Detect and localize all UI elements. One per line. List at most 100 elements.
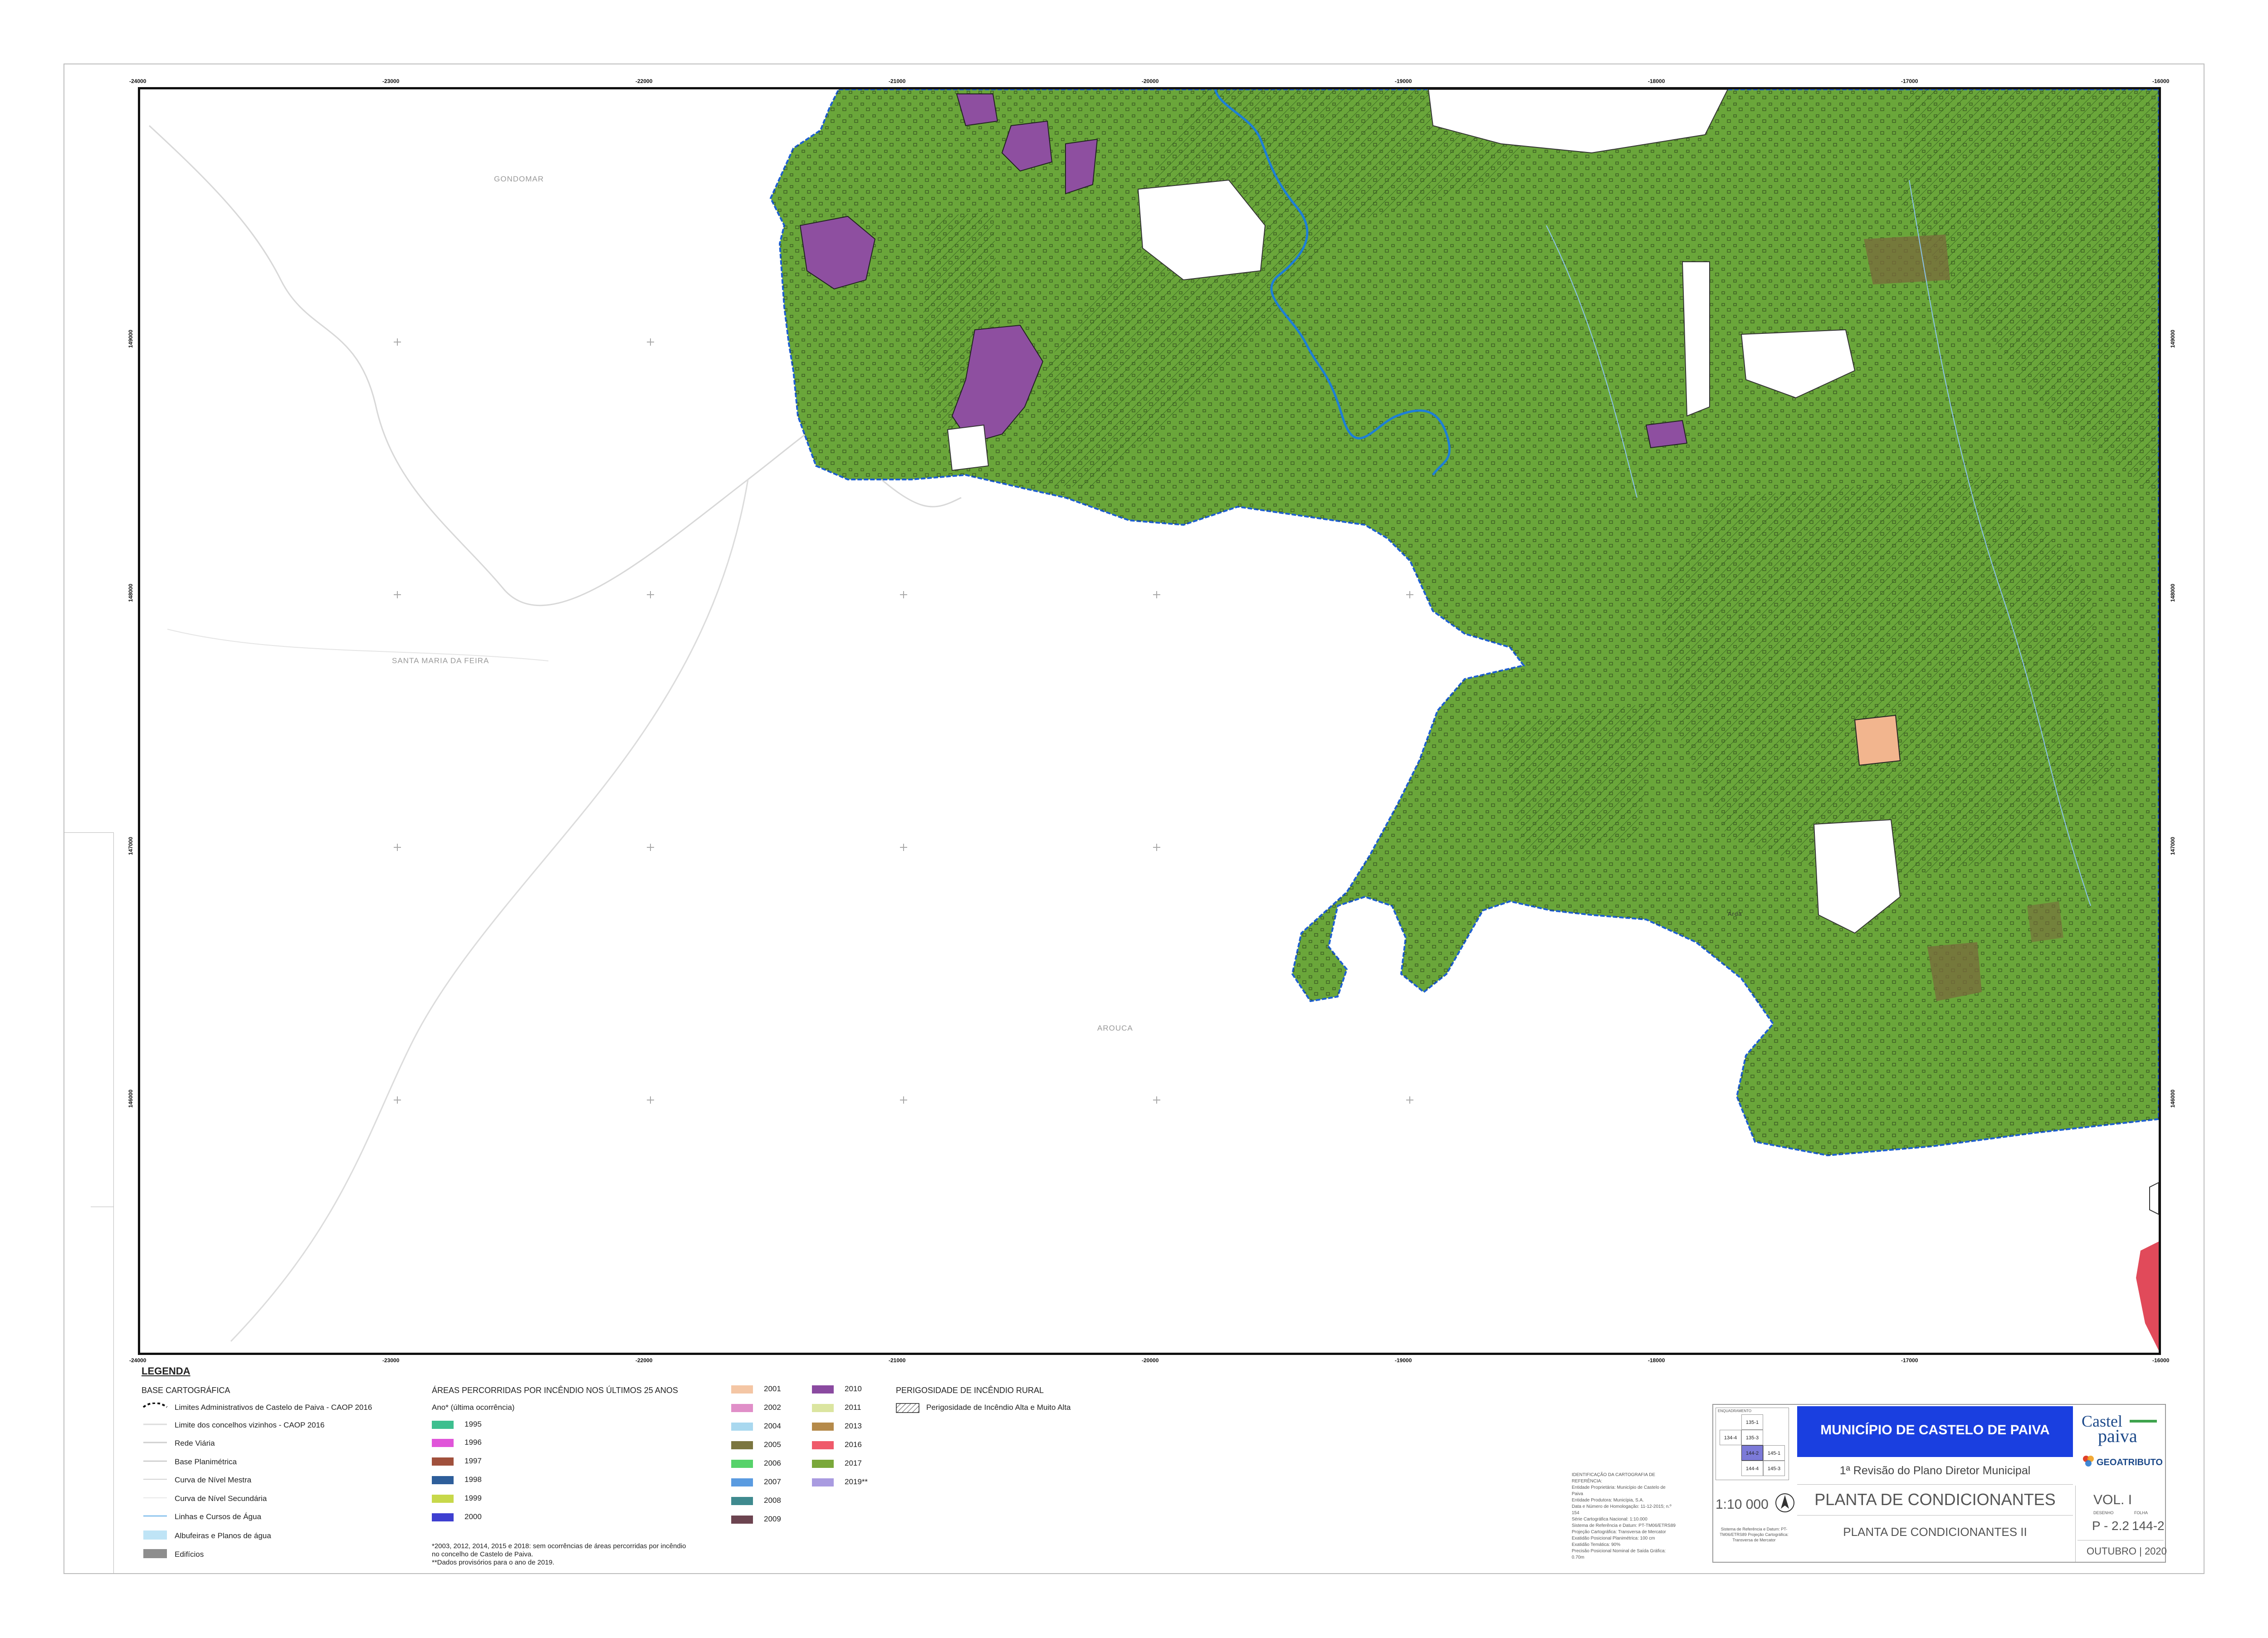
burned-area-2005[interactable]	[2027, 901, 2063, 942]
legend-swatch	[731, 1404, 753, 1412]
date-label: OUTUBRO | 2020	[2087, 1545, 2167, 1557]
cartography-note: Sistema de Referência e Datum: PT-TM06/E…	[1572, 1523, 1676, 1528]
legend-year: 2013	[845, 1422, 862, 1430]
sheet-index-cell: 145-3	[1763, 1461, 1785, 1476]
cartography-notes: IDENTIFICAÇÃO DA CARTOGRAFIA DE REFERÊNC…	[1572, 1472, 1676, 1561]
burned-area-2001[interactable]	[1854, 714, 1901, 766]
legend-year: 2006	[764, 1459, 781, 1467]
sheet-index-cell: 134-4	[1720, 1430, 1741, 1445]
legend-year: 2001	[764, 1384, 781, 1393]
legend-year: 1999	[464, 1494, 482, 1502]
north-arrow-icon	[1775, 1493, 1794, 1512]
settlement-area[interactable]	[1681, 261, 1710, 417]
sheet-index-cell-current: 144-2	[1741, 1445, 1763, 1461]
cartography-note: Exatidão Posicional Planimétrica: 100 cm	[1572, 1536, 1655, 1541]
sheet-index-cell: 135-1	[1741, 1414, 1763, 1430]
legend-swatch	[731, 1516, 753, 1524]
sheet-index: ENQUADRAMENTO 135-1 134-4 135-3 144-2 14…	[1716, 1408, 1789, 1480]
legend-swatch	[812, 1385, 834, 1394]
legend-year: 2009	[764, 1515, 781, 1523]
left-fold-vert	[113, 832, 114, 1574]
settlement-area[interactable]	[947, 424, 989, 471]
legend-year: 1997	[464, 1457, 482, 1465]
legend-swatch	[432, 1476, 454, 1484]
legend-base-symbols	[142, 1403, 168, 1558]
legend-swatch	[812, 1478, 834, 1486]
x-tick: -17000	[1901, 78, 1918, 84]
legend-year: 2016	[845, 1440, 862, 1449]
legend-risk-swatch	[896, 1403, 919, 1413]
legend-year: 1996	[464, 1438, 482, 1447]
municipality-label-santa-maria-da-feira: SANTA MARIA DA FEIRA	[392, 656, 489, 665]
burned-area-2005[interactable]	[1864, 235, 1950, 284]
legend-year: 2017	[845, 1459, 862, 1467]
sheet-index-grid: 135-1 134-4 135-3 144-2 145-1 144-4 145-…	[1720, 1414, 1785, 1476]
burned-area-2010[interactable]	[1645, 420, 1688, 449]
sheet-caption: FOLHA	[2134, 1511, 2148, 1515]
legend-year: 2004	[764, 1422, 781, 1430]
geoatributo-logo: GEOATRIBUTO	[2082, 1453, 2163, 1471]
x-tick: -23000	[382, 1357, 400, 1364]
x-tick: -22000	[635, 78, 653, 84]
divider	[1797, 1515, 2073, 1516]
map-frame[interactable]: GONDOMAR SANTA MARIA DA FEIRA AROUCA Ard…	[138, 87, 2161, 1355]
x-tick: -24000	[129, 1357, 147, 1364]
legend-year: 1995	[464, 1420, 482, 1428]
legend-swatch	[812, 1441, 834, 1449]
legend-base-item: Limites Administrativos de Castelo de Pa…	[175, 1403, 372, 1412]
legend-base-item: Edifícios	[175, 1550, 204, 1559]
adjacent-risk-edge	[2136, 1242, 2159, 1350]
sheet-index-cell	[1763, 1414, 1785, 1430]
logo-geo-text: GEOATRIBUTO	[2097, 1457, 2163, 1467]
legend-swatch	[731, 1385, 753, 1394]
legend-burned-heading: ÁREAS PERCORRIDAS POR INCÊNDIO NOS ÚLTIM…	[432, 1386, 678, 1395]
cartography-note: Projeção Cartográfica: Transversa de Mer…	[1572, 1530, 1666, 1535]
legend-year: 2019**	[845, 1477, 868, 1486]
sheet-index-cell: 145-1	[1763, 1445, 1785, 1461]
map-canvas[interactable]	[140, 89, 2159, 1353]
y-tick: 148000	[127, 583, 134, 602]
legend-year: 2000	[464, 1512, 482, 1521]
legend-year: 2011	[845, 1403, 861, 1412]
y-tick: 147000	[2170, 836, 2176, 856]
legend-swatch	[731, 1460, 753, 1468]
x-tick: -21000	[889, 78, 906, 84]
x-tick: -19000	[1395, 1357, 1412, 1364]
legend-burned-notes: *2003, 2012, 2014, 2015 e 2018: sem ocor…	[432, 1542, 686, 1567]
legend-note: no concelho de Castelo de Paiva.	[432, 1550, 533, 1558]
legend-base-item: Limite dos concelhos vizinhos - CAOP 201…	[175, 1421, 325, 1429]
sheet-index-cell: 144-4	[1741, 1461, 1763, 1476]
burned-area-2005[interactable]	[1927, 942, 1982, 1001]
legend-year: 2002	[764, 1403, 781, 1412]
legend-swatch	[812, 1404, 834, 1412]
x-tick: -16000	[2152, 78, 2170, 84]
x-tick: -19000	[1395, 78, 1412, 84]
cartography-note: Entidade Produtora: Municípia, S.A.	[1572, 1498, 1644, 1503]
legend-base-item: Curva de Nível Secundária	[175, 1494, 267, 1503]
x-tick: -21000	[889, 1357, 906, 1364]
y-tick: 149000	[2170, 329, 2176, 348]
geoatributo-logo-mark	[2083, 1456, 2094, 1467]
settlement-area[interactable]	[2149, 1182, 2159, 1215]
project-title: 1ª Revisão do Plano Diretor Municipal	[1839, 1464, 2031, 1477]
legend-swatch	[432, 1421, 454, 1429]
x-tick: -20000	[1142, 78, 1159, 84]
y-tick: 146000	[127, 1089, 134, 1108]
logo-paiva: paiva	[2098, 1426, 2137, 1446]
legend-swatch	[731, 1423, 753, 1431]
legend-base-item: Curva de Nível Mestra	[175, 1476, 252, 1484]
volume-label: VOL. I	[2093, 1492, 2132, 1507]
legend-swatch	[812, 1423, 834, 1431]
legend-year: 2010	[845, 1384, 862, 1393]
castelo-de-paiva-logo: Castel paiva	[2080, 1412, 2161, 1448]
legend-base-item: Linhas e Cursos de Água	[175, 1512, 261, 1521]
legend-risk-item: Perigosidade de Incêndio Alta e Muito Al…	[926, 1403, 1071, 1412]
high-risk-zone[interactable]	[1501, 702, 1660, 861]
sheet-index-caption: ENQUADRAMENTO	[1718, 1409, 1752, 1413]
legend-swatch	[432, 1513, 454, 1521]
legend-swatch	[432, 1439, 454, 1447]
sub-plan-title: PLANTA DE CONDICIONANTES II	[1843, 1525, 2027, 1539]
municipality-label-gondomar: GONDOMAR	[494, 175, 544, 183]
cartography-note: IDENTIFICAÇÃO DA CARTOGRAFIA DE REFERÊNC…	[1572, 1472, 1656, 1484]
sheet-index-cell	[1720, 1445, 1741, 1461]
